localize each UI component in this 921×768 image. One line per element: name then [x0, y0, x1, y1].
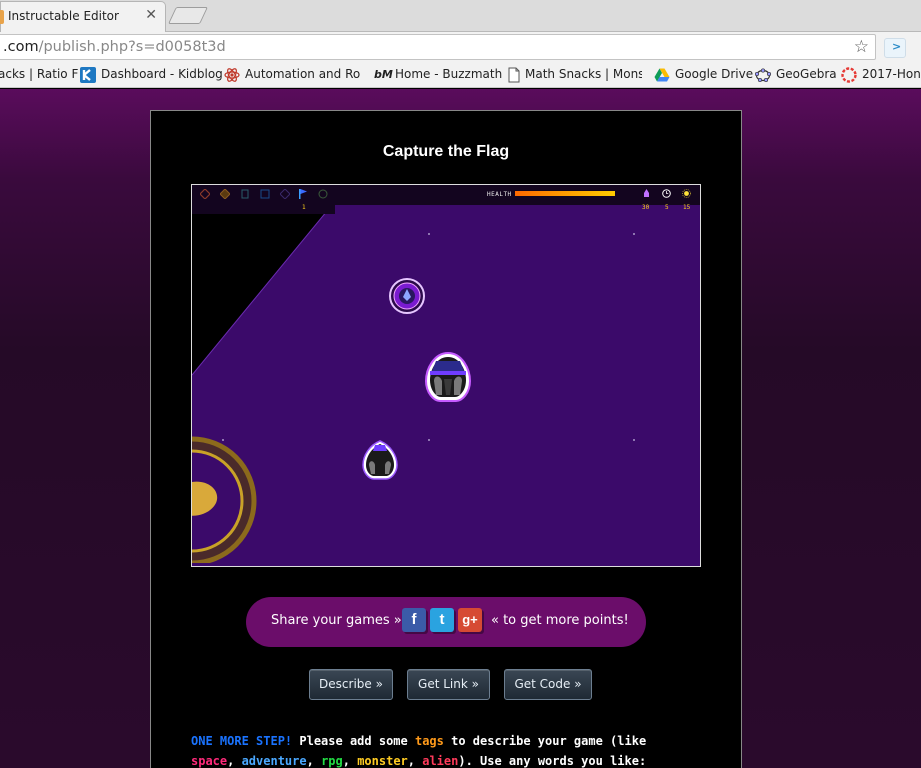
instr-text-2: to describe your game (like: [443, 734, 647, 748]
url-host: .com: [3, 39, 39, 55]
sun-count: 15: [683, 204, 691, 211]
atom-icon: [224, 68, 240, 82]
browser-toolbar: .com/publish.php?s=d0058t3d ☆: [0, 32, 921, 63]
google-plus-icon[interactable]: g+: [458, 608, 482, 632]
star-dot: [633, 439, 635, 441]
bookmark-ratio[interactable]: acks | Ratio F: [0, 67, 78, 81]
bookmark-geogebra[interactable]: GeoGebra: [776, 67, 837, 81]
rocket-count: 30: [642, 204, 650, 211]
bookmark-honda[interactable]: 2017-Hond: [862, 67, 921, 81]
url-path: /publish.php?s=d0058t3d: [38, 39, 226, 55]
star-dot: [633, 233, 635, 235]
bookmark-mathsnacks[interactable]: Math Snacks | Monste: [525, 67, 642, 81]
kidblog-icon: [80, 67, 96, 83]
game-canvas[interactable]: HEALTH 30 5 15 1: [191, 184, 701, 567]
url-text: .com/publish.php?s=d0058t3d: [3, 39, 226, 55]
google-drive-icon: [654, 68, 670, 82]
honda-icon: [841, 67, 857, 83]
enemy-ship: [362, 440, 398, 480]
gem-item-icon: [220, 189, 230, 199]
tags-word: tags: [414, 734, 444, 748]
star-dot: [428, 233, 430, 235]
tab-strip: Instructable Editor ✕: [0, 0, 921, 32]
health-bar: [515, 191, 615, 196]
geogebra-icon: [755, 68, 771, 83]
buzzmath-icon: bM: [374, 68, 393, 81]
time-count: 5: [665, 204, 669, 211]
health-label: HEALTH: [487, 191, 512, 198]
sep-2: ,: [306, 754, 322, 768]
tab-instructable-editor[interactable]: Instructable Editor ✕: [0, 1, 166, 32]
bookmarks-bar: acks | Ratio F Dashboard - Kidblog Autom…: [0, 63, 921, 88]
inventory-strip: 1: [192, 204, 335, 214]
tags-instructions: ONE MORE STEP! Please add some tags to d…: [191, 731, 691, 768]
example-space: space: [191, 754, 228, 768]
skull-item-icon: [318, 189, 328, 199]
inventory-count: 1: [302, 204, 306, 211]
clock-icon: [662, 189, 671, 198]
instr-text-1: Please add some: [292, 734, 415, 748]
flag-item-icon: [299, 189, 307, 199]
sep-1: ,: [227, 754, 242, 768]
sep-3: ,: [342, 754, 358, 768]
new-tab-button[interactable]: [168, 7, 208, 24]
twitter-icon[interactable]: t: [430, 608, 454, 632]
example-alien: alien: [422, 754, 459, 768]
orb-pickup: [389, 278, 425, 314]
page-icon: [508, 67, 520, 83]
example-rpg: rpg: [321, 754, 343, 768]
home-base: [192, 436, 257, 563]
crystal-item-icon: [280, 189, 290, 199]
tab-title: Instructable Editor: [8, 9, 119, 23]
sun-icon: [682, 189, 691, 198]
close-tab-icon[interactable]: ✕: [145, 7, 157, 23]
get-code-button[interactable]: Get Code »: [504, 669, 592, 700]
instr-text-3: ). Use any words you like:: [458, 754, 647, 768]
facebook-icon[interactable]: f: [402, 608, 426, 632]
sep-4: ,: [407, 754, 423, 768]
example-monster: monster: [357, 754, 408, 768]
box-item-icon: [260, 189, 270, 199]
bookmark-kidblog[interactable]: Dashboard - Kidblog: [101, 67, 223, 81]
bookmark-buzzmath[interactable]: Home - Buzzmath: [395, 67, 502, 81]
favicon-icon: [0, 10, 4, 24]
get-link-button[interactable]: Get Link »: [407, 669, 490, 700]
describe-button[interactable]: Describe »: [309, 669, 393, 700]
bookmark-star-icon[interactable]: ☆: [854, 37, 869, 57]
star-dot: [428, 439, 430, 441]
share-points-text: « to get more points!: [491, 613, 629, 628]
one-more-step: ONE MORE STEP!: [191, 734, 293, 748]
bookmark-google-drive[interactable]: Google Drive: [675, 67, 753, 81]
example-adventure: adventure: [241, 754, 307, 768]
rocket-icon: [644, 189, 649, 197]
player-ship: [424, 351, 472, 402]
game-title: Capture the Flag: [382, 143, 510, 160]
game-hud: HEALTH 30 5 15: [192, 185, 700, 211]
share-banner: Share your games » f t g+ « to get more …: [246, 597, 646, 647]
address-bar[interactable]: .com/publish.php?s=d0058t3d ☆: [0, 34, 876, 60]
shield-item-icon: [200, 189, 210, 199]
robot-item-icon: [241, 189, 249, 199]
extension-icon[interactable]: [884, 38, 906, 58]
share-text: Share your games »: [271, 613, 402, 628]
bookmark-automation[interactable]: Automation and Robo: [245, 67, 360, 81]
